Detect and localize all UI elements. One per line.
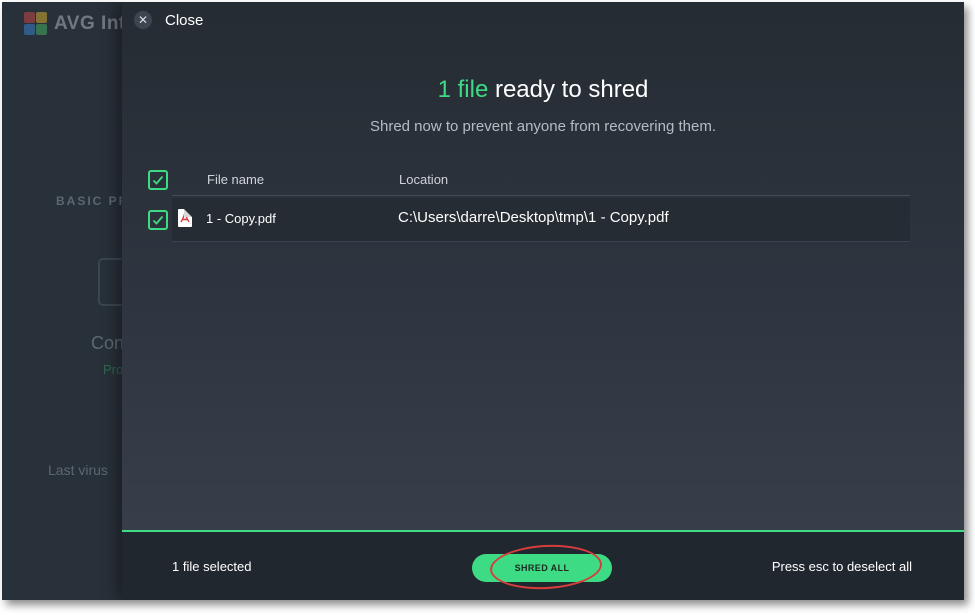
selection-count: 1 file selected bbox=[172, 559, 252, 574]
shredder-panel: ✕ Close 1 file ready to shred Shred now … bbox=[122, 2, 964, 600]
deselect-hint: Press esc to deselect all bbox=[771, 559, 912, 574]
header-divider bbox=[172, 195, 910, 196]
footer-bar: 1 file selected SHRED ALL Press esc to d… bbox=[122, 530, 964, 600]
bg-last-scan: Last virus bbox=[48, 462, 108, 478]
bg-status-text: Con bbox=[91, 333, 125, 353]
title-rest: ready to shred bbox=[488, 76, 649, 103]
file-checkbox[interactable] bbox=[148, 210, 168, 230]
bg-status-sub: Pro bbox=[103, 362, 124, 377]
column-header-location[interactable]: Location bbox=[399, 172, 448, 187]
page-title: 1 file ready to shred bbox=[122, 76, 964, 104]
file-count: 1 file bbox=[437, 76, 489, 103]
page-subtitle: Shred now to prevent anyone from recover… bbox=[369, 118, 717, 135]
pdf-file-icon bbox=[178, 209, 192, 227]
close-label[interactable]: Close bbox=[165, 12, 203, 29]
avg-logo-icon bbox=[24, 12, 50, 36]
shred-all-button[interactable]: SHRED ALL bbox=[472, 554, 612, 582]
avg-logo: AVG Inte bbox=[24, 12, 137, 36]
bg-section-label: BASIC PR bbox=[56, 194, 130, 208]
select-all-checkbox[interactable] bbox=[148, 170, 168, 190]
column-header-file-name[interactable]: File name bbox=[207, 172, 264, 187]
close-icon[interactable]: ✕ bbox=[134, 11, 152, 29]
check-icon bbox=[152, 215, 164, 225]
file-name-cell: 1 - Copy.pdf bbox=[206, 211, 276, 226]
app-window: AVG Inte BASIC PR Con Pro Last virus ✕ C… bbox=[2, 2, 964, 600]
file-location-cell: C:\Users\darre\Desktop\tmp\1 - Copy.pdf bbox=[398, 209, 669, 226]
table-row[interactable]: 1 - Copy.pdf C:\Users\darre\Desktop\tmp\… bbox=[172, 198, 910, 242]
check-icon bbox=[152, 175, 164, 185]
close-button[interactable]: ✕ Close bbox=[134, 11, 203, 29]
